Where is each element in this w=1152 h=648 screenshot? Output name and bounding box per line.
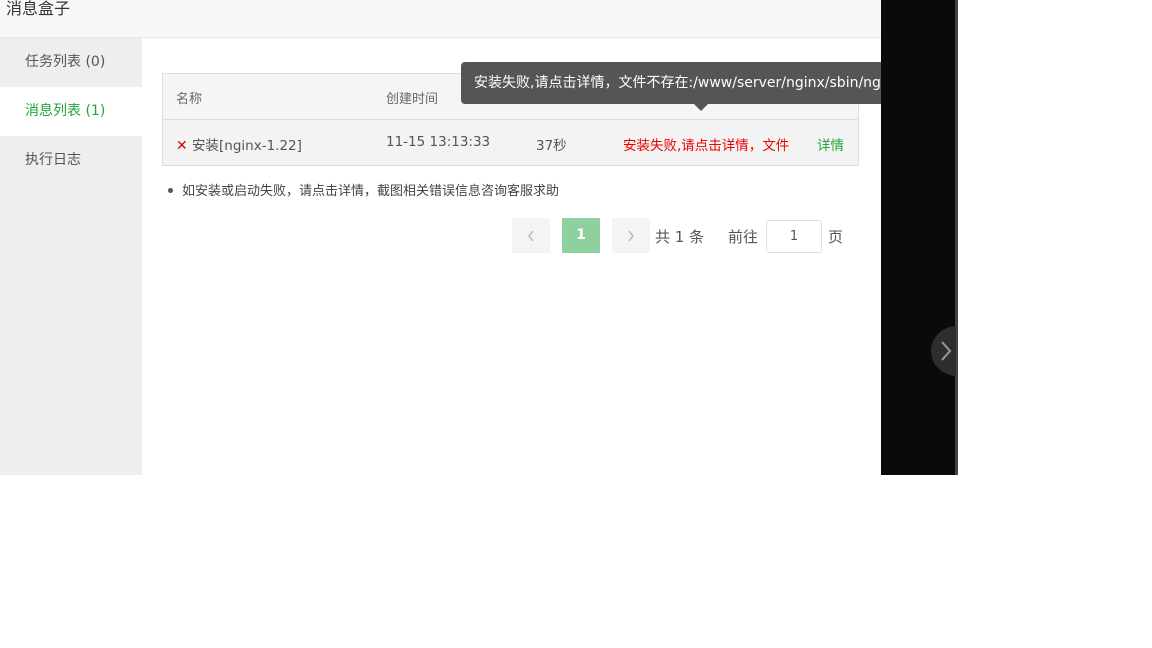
error-tooltip: 安装失败,请点击详情，文件不存在:/www/server/nginx/sbin/… [461,62,940,104]
tooltip-arrow [694,104,708,111]
chevron-left-icon [528,230,534,242]
sidebar-item-execution-log[interactable]: 执行日志 [0,136,142,185]
sidebar: 任务列表 (0) 消息列表 (1) 执行日志 [0,38,142,475]
table-row: ✕ 安装[nginx-1.22] 11-15 13:13:33 37秒 安装失败… [163,120,858,165]
goto-suffix: 页 [828,228,844,246]
dialog-header: 消息盒子 [0,0,881,38]
panel-edge [955,0,958,475]
row-status[interactable]: 安装失败,请点击详情，文件不存在:/www/server/nginx/sbin/… [623,134,789,154]
sidebar-item-message-list[interactable]: 消息列表 (1) [0,87,142,136]
panel-next-wrap [931,320,956,380]
bullet [168,188,173,193]
tip-item: 如安装或启动失败，请点击详情，截图相关错误信息咨询客服求助 [168,180,559,199]
next-page-button[interactable] [612,218,650,253]
goto-label: 前往 [728,228,759,246]
column-header-name: 名称 [176,92,203,107]
row-duration: 37秒 [536,138,567,154]
panel-next-button[interactable] [931,326,956,376]
detail-link[interactable]: 详情 [817,134,844,154]
page-number-current[interactable]: 1 [562,218,600,253]
goto-page-input[interactable] [766,220,822,253]
prev-page-button[interactable] [512,218,550,253]
column-header-created: 创建时间 [386,92,439,107]
chevron-right-icon [628,230,634,242]
row-name-cell: ✕ 安装[nginx-1.22] [176,134,302,154]
close-icon: ✕ [176,138,188,154]
pagination: 1 共 1 条 前往 页 [512,218,852,253]
side-panel [881,0,958,475]
total-count: 共 1 条 [655,228,705,246]
row-created: 11-15 13:13:33 [386,134,491,150]
chevron-right-icon [941,341,952,361]
tip-text: 如安装或启动失败，请点击详情，截图相关错误信息咨询客服求助 [182,184,560,199]
sidebar-item-task-list[interactable]: 任务列表 (0) [0,38,142,87]
row-name: 安装[nginx-1.22] [192,138,302,154]
dialog-title: 消息盒子 [6,0,71,18]
